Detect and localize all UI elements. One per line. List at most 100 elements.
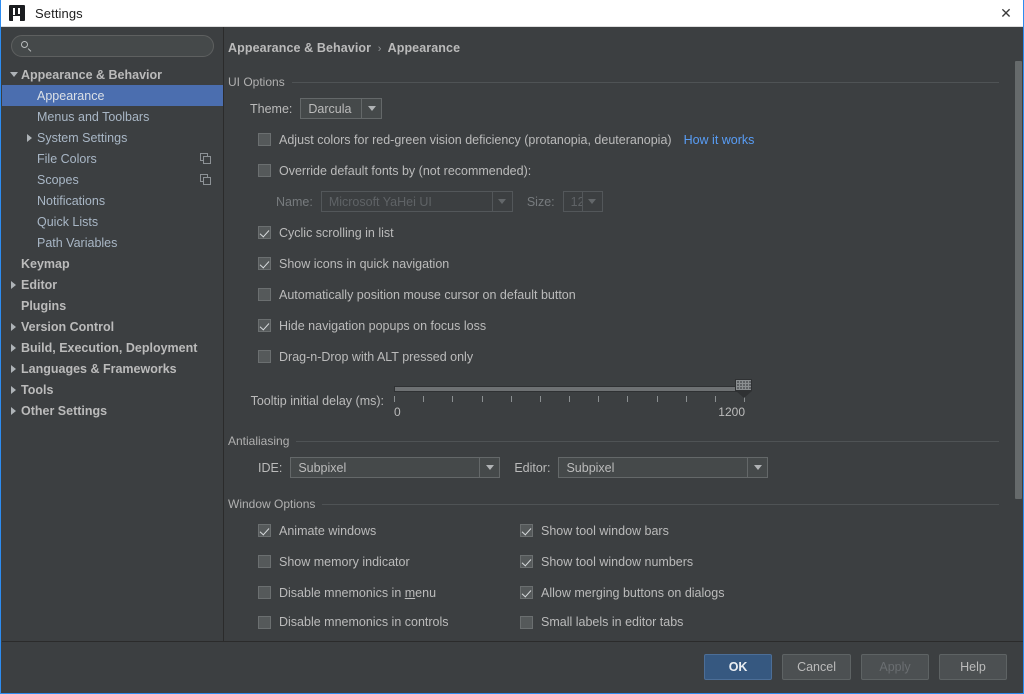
sidebar-item-scopes[interactable]: Scopes bbox=[2, 169, 223, 190]
sidebar-item-appearance[interactable]: Appearance bbox=[2, 85, 223, 106]
sidebar-item-keymap[interactable]: Keymap bbox=[2, 253, 223, 274]
ok-button[interactable]: OK bbox=[704, 654, 773, 680]
font-size-label: Size: bbox=[526, 194, 555, 209]
ui-option-4-checkbox[interactable] bbox=[258, 350, 271, 363]
slider-thumb[interactable] bbox=[735, 379, 752, 398]
ui-options-section: UI Options Theme: Darcula Adjust colors … bbox=[228, 75, 1023, 424]
sidebar-item-plugins[interactable]: Plugins bbox=[2, 295, 223, 316]
window-options-left-column: Animate windows Show memory indicator Disa… bbox=[258, 515, 520, 636]
sidebar-item-label: Build, Execution, Deployment bbox=[21, 340, 198, 355]
font-row: Name: Microsoft YaHei UI Size: 12 bbox=[228, 186, 999, 217]
window-option-right-1-row[interactable]: Show tool window numbers bbox=[520, 546, 820, 577]
sidebar-item-path-variables[interactable]: Path Variables bbox=[2, 232, 223, 253]
ui-option-3-label: Hide navigation popups on focus loss bbox=[279, 318, 487, 333]
sidebar-item-menus-and-toolbars[interactable]: Menus and Toolbars bbox=[2, 106, 223, 127]
sidebar-item-notifications[interactable]: Notifications bbox=[2, 190, 223, 211]
scrollbar-thumb[interactable] bbox=[1015, 61, 1022, 499]
window-option-left-3-label: Disable mnemonics in controls bbox=[279, 615, 449, 629]
adjust-colors-checkbox[interactable] bbox=[258, 133, 271, 146]
how-it-works-link[interactable]: How it works bbox=[684, 133, 755, 147]
sidebar-item-appearance-behavior[interactable]: Appearance & Behavior bbox=[2, 64, 223, 85]
adjust-colors-row[interactable]: Adjust colors for red-green vision defic… bbox=[228, 124, 999, 155]
ui-option-3-row[interactable]: Hide navigation popups on focus loss bbox=[258, 310, 999, 341]
sidebar-item-editor[interactable]: Editor bbox=[2, 274, 223, 295]
content-scrollbar[interactable] bbox=[1013, 27, 1023, 642]
ui-option-2-label: Automatically position mouse cursor on d… bbox=[279, 287, 576, 302]
sidebar-item-languages-frameworks[interactable]: Languages & Frameworks bbox=[2, 358, 223, 379]
ui-option-3-checkbox[interactable] bbox=[258, 319, 271, 332]
window-option-left-2-row[interactable]: Disable mnemonics in menu bbox=[258, 577, 520, 608]
antialiasing-section: Antialiasing IDE: Subpixel Editor: Subpi… bbox=[228, 434, 1023, 483]
sidebar-item-label: File Colors bbox=[37, 151, 97, 166]
window-options-right-column: Show tool window bars Show tool window nu… bbox=[520, 515, 820, 636]
window-option-left-0-row[interactable]: Animate windows bbox=[258, 515, 520, 546]
slider-tick bbox=[423, 396, 425, 402]
window-options-header: Window Options bbox=[228, 497, 999, 511]
window-option-right-3-checkbox[interactable] bbox=[520, 615, 533, 629]
ui-option-4-row[interactable]: Drag-n-Drop with ALT pressed only bbox=[258, 341, 999, 372]
sidebar-item-tools[interactable]: Tools bbox=[2, 379, 223, 400]
editor-antialiasing-value: Subpixel bbox=[566, 460, 615, 475]
window-option-left-2-checkbox[interactable] bbox=[258, 586, 271, 599]
slider-tick bbox=[627, 396, 629, 402]
override-fonts-row[interactable]: Override default fonts by (not recommend… bbox=[228, 155, 999, 186]
ui-option-0-row[interactable]: Cyclic scrolling in list bbox=[258, 217, 999, 248]
override-fonts-checkbox[interactable] bbox=[258, 164, 271, 177]
apply-button[interactable]: Apply bbox=[861, 654, 929, 680]
cancel-button[interactable]: Cancel bbox=[782, 654, 851, 680]
slider-tick bbox=[685, 396, 687, 402]
sidebar-item-file-colors[interactable]: File Colors bbox=[2, 148, 223, 169]
chevron-down-icon[interactable] bbox=[479, 458, 499, 477]
chevron-right-icon[interactable] bbox=[6, 406, 21, 415]
chevron-down-icon[interactable] bbox=[6, 72, 21, 77]
theme-row: Theme: Darcula bbox=[228, 93, 999, 124]
search-input[interactable] bbox=[37, 38, 205, 54]
window-option-left-1-row[interactable]: Show memory indicator bbox=[258, 546, 520, 577]
window-option-right-1-checkbox[interactable] bbox=[520, 555, 533, 568]
intellij-logo-icon bbox=[9, 5, 25, 21]
ui-options-checkbox-list: Cyclic scrolling in list Show icons in qu… bbox=[228, 217, 999, 372]
ui-option-1-row[interactable]: Show icons in quick navigation bbox=[258, 248, 999, 279]
settings-sidebar: Appearance & Behavior Appearance Menus and… bbox=[2, 27, 224, 642]
window-option-right-0-checkbox[interactable] bbox=[520, 524, 533, 537]
sidebar-item-build-execution-deployment[interactable]: Build, Execution, Deployment bbox=[2, 337, 223, 358]
slider-max-label: 1200 bbox=[718, 405, 745, 419]
window-option-left-0-checkbox[interactable] bbox=[258, 524, 271, 537]
chevron-right-icon[interactable] bbox=[6, 280, 21, 289]
window-option-right-2-row[interactable]: Allow merging buttons on dialogs bbox=[520, 577, 820, 608]
sidebar-item-other-settings[interactable]: Other Settings bbox=[2, 400, 223, 421]
chevron-down-icon[interactable] bbox=[361, 99, 381, 118]
copy-icon[interactable] bbox=[200, 153, 211, 164]
window-option-left-1-checkbox[interactable] bbox=[258, 555, 271, 568]
sidebar-item-quick-lists[interactable]: Quick Lists bbox=[2, 211, 223, 232]
search-box[interactable] bbox=[11, 35, 214, 57]
slider-ticks bbox=[394, 396, 745, 404]
window-option-right-2-checkbox[interactable] bbox=[520, 586, 533, 599]
ui-option-2-row[interactable]: Automatically position mouse cursor on d… bbox=[258, 279, 999, 310]
chevron-right-icon[interactable] bbox=[6, 385, 21, 394]
theme-select[interactable]: Darcula bbox=[300, 98, 383, 119]
window-option-right-0-row[interactable]: Show tool window bars bbox=[520, 515, 820, 546]
chevron-right-icon[interactable] bbox=[6, 343, 21, 352]
ui-option-2-checkbox[interactable] bbox=[258, 288, 271, 301]
window-option-right-3-row[interactable]: Small labels in editor tabs bbox=[520, 608, 820, 636]
chevron-down-icon[interactable] bbox=[747, 458, 767, 477]
copy-icon[interactable] bbox=[200, 174, 211, 185]
ui-option-0-checkbox[interactable] bbox=[258, 226, 271, 239]
window-option-left-3-checkbox[interactable] bbox=[258, 615, 271, 629]
close-icon[interactable]: ✕ bbox=[987, 0, 1023, 26]
slider-track[interactable] bbox=[394, 386, 744, 392]
sidebar-item-version-control[interactable]: Version Control bbox=[2, 316, 223, 337]
ide-antialiasing-select[interactable]: Subpixel bbox=[290, 457, 501, 478]
breadcrumb-root[interactable]: Appearance & Behavior bbox=[228, 41, 371, 55]
chevron-right-icon[interactable] bbox=[22, 133, 37, 142]
help-button[interactable]: Help bbox=[939, 654, 1007, 680]
ui-option-1-checkbox[interactable] bbox=[258, 257, 271, 270]
chevron-right-icon[interactable] bbox=[6, 364, 21, 373]
tooltip-delay-slider[interactable]: 0 1200 bbox=[394, 378, 754, 424]
chevron-right-icon[interactable] bbox=[6, 322, 21, 331]
font-size-select: 12 bbox=[562, 191, 603, 212]
sidebar-item-system-settings[interactable]: System Settings bbox=[2, 127, 223, 148]
editor-antialiasing-select[interactable]: Subpixel bbox=[558, 457, 769, 478]
window-option-left-3-row[interactable]: Disable mnemonics in controls bbox=[258, 608, 520, 636]
